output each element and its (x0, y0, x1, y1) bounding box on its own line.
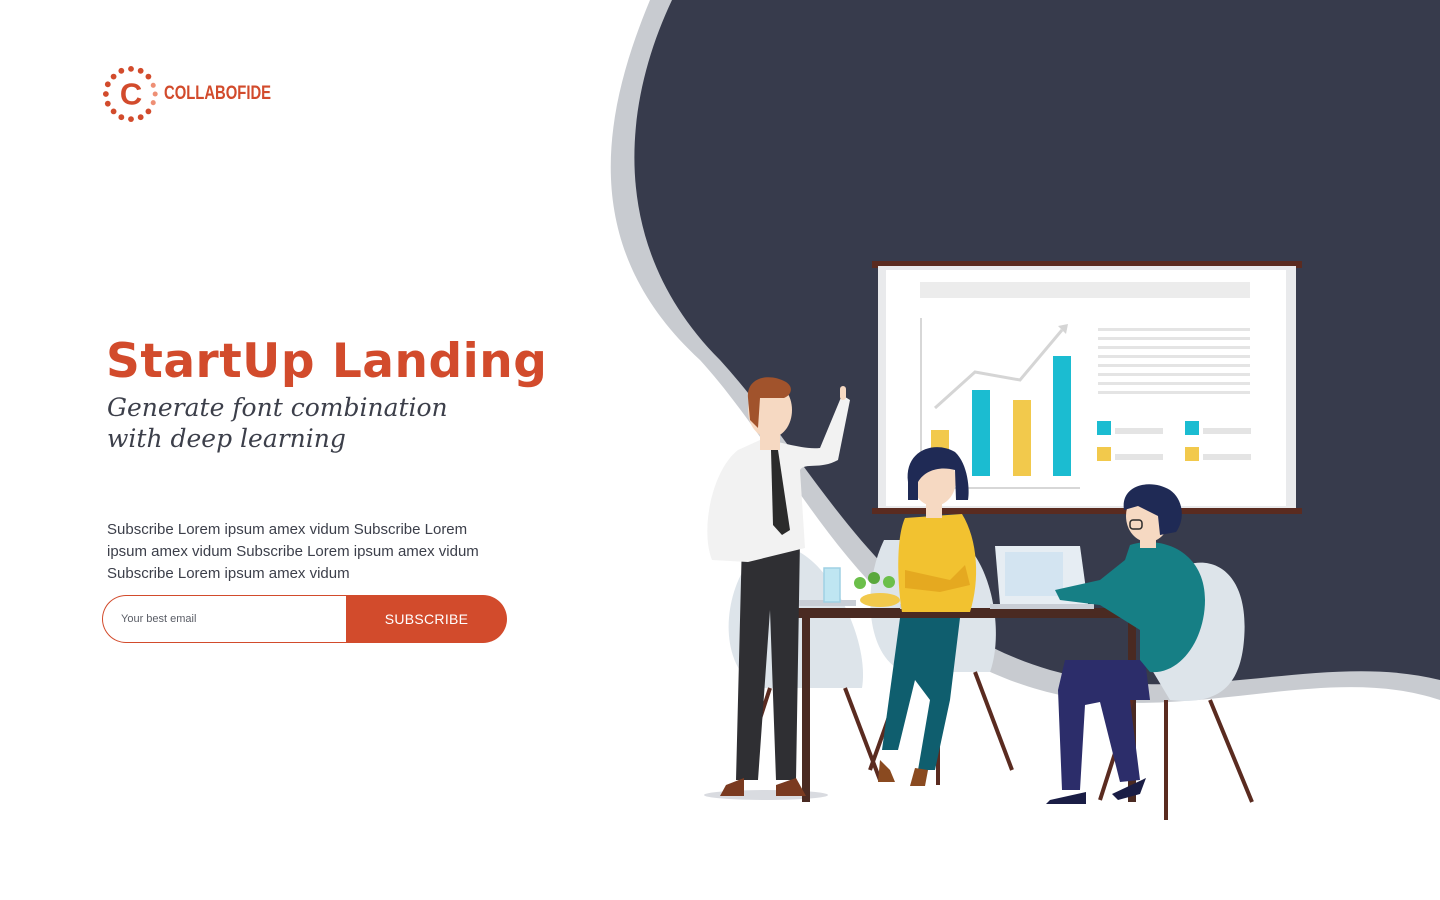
hero-body-text: Subscribe Lorem ipsum amex vidum Subscri… (107, 521, 479, 582)
email-input[interactable] (102, 595, 346, 643)
logo-letter: C (120, 77, 142, 112)
subscribe-form: SUBSCRIBE (102, 595, 507, 643)
logo-icon: C (102, 65, 158, 123)
hero-title: StartUp Landing (106, 334, 548, 389)
brand-name: COLLABOFIDE (164, 83, 272, 104)
hero-subtitle: Generate font combination with deep lear… (107, 393, 448, 453)
subscribe-button[interactable]: SUBSCRIBE (346, 595, 507, 643)
brand-logo[interactable]: C COLLABOFIDE (102, 64, 301, 124)
